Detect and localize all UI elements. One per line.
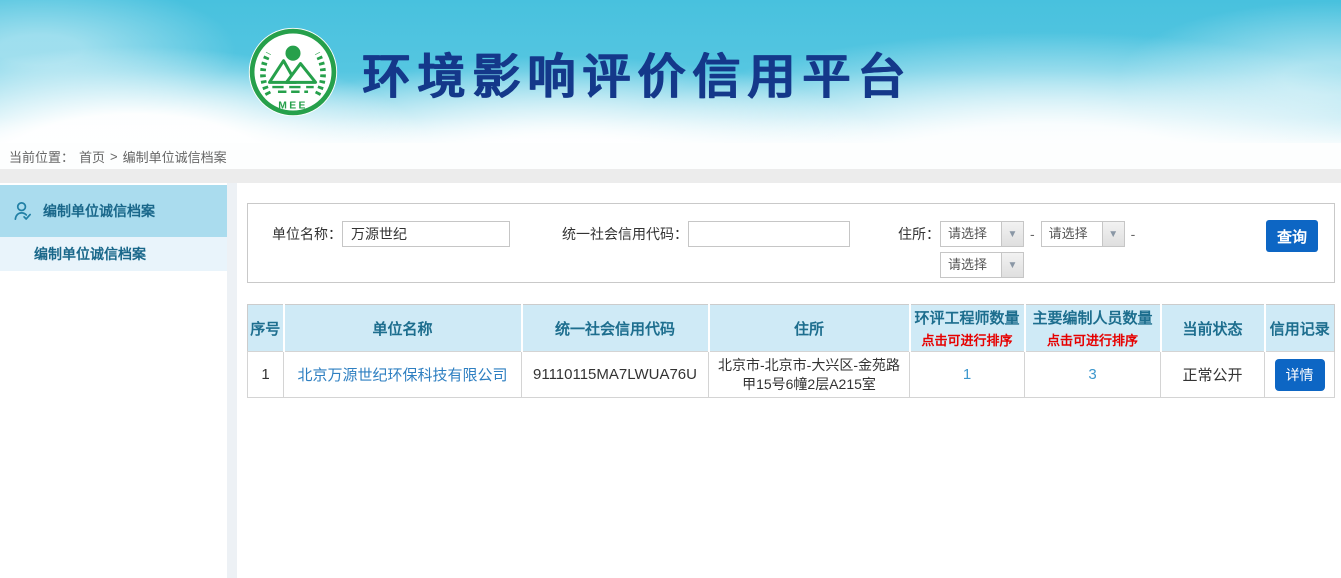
chevron-down-icon[interactable]: ▼ (1001, 253, 1023, 277)
company-name-input[interactable] (342, 221, 510, 247)
query-button[interactable]: 查询 (1266, 220, 1318, 252)
site-header: MEE 环境影响评价信用平台 (0, 0, 1341, 143)
province-select-value: 请选择 (941, 222, 1001, 246)
sidebar-item-label: 编制单位诚信档案 (43, 201, 155, 221)
company-name-label: 单位名称： (272, 221, 342, 247)
cell-credit-code: 91110115MA7LWUA76U (522, 352, 709, 398)
table-row: 1 北京万源世纪环保科技有限公司 91110115MA7LWUA76U 北京市-… (248, 352, 1335, 398)
staff-count-link[interactable]: 3 (1088, 366, 1096, 383)
search-panel: 单位名称： 统一社会信用代码： 住所： 请选择 ▼ - (247, 203, 1335, 283)
sidebar-item-label: 编制单位诚信档案 (34, 244, 146, 264)
breadcrumb-separator: > (110, 149, 118, 164)
sort-hint: 点击可进行排序 (1028, 330, 1158, 349)
address-line2: 甲15号6幢2层A215室 (711, 375, 907, 394)
table-header-row: 序号 单位名称 统一社会信用代码 住所 环评工程师数量 点击可进行排序 主要编制… (248, 305, 1335, 352)
page-title: 环境影响评价信用平台 (362, 37, 912, 107)
address-label: 住所： (898, 221, 940, 247)
sidebar-divider (227, 183, 237, 578)
district-select[interactable]: 请选择 ▼ (940, 252, 1024, 278)
credit-code-input[interactable] (688, 221, 850, 247)
divider-band (0, 169, 1341, 183)
results-table: 序号 单位名称 统一社会信用代码 住所 环评工程师数量 点击可进行排序 主要编制… (247, 304, 1335, 398)
company-name-link[interactable]: 北京万源世纪环保科技有限公司 (297, 367, 507, 384)
sidebar: 编制单位诚信档案 编制单位诚信档案 (0, 183, 227, 578)
main-content: 单位名称： 统一社会信用代码： 住所： 请选择 ▼ - (237, 183, 1341, 578)
user-check-icon (12, 200, 35, 223)
sort-hint: 点击可进行排序 (913, 330, 1022, 349)
breadcrumb: 当前位置： 首页 > 编制单位诚信档案 (0, 143, 1341, 169)
engineer-count-link[interactable]: 1 (963, 366, 971, 383)
col-header-engineer-count: 环评工程师数量 (913, 307, 1022, 328)
col-header-credit-record: 信用记录 (1265, 305, 1335, 352)
cell-index: 1 (248, 352, 284, 398)
col-header-credit-code: 统一社会信用代码 (522, 305, 709, 352)
col-header-index: 序号 (248, 305, 284, 352)
col-header-staff-count-sort[interactable]: 主要编制人员数量 点击可进行排序 (1025, 305, 1161, 352)
col-header-company: 单位名称 (284, 305, 522, 352)
col-header-status: 当前状态 (1161, 305, 1265, 352)
district-select-value: 请选择 (941, 253, 1001, 277)
col-header-staff-count: 主要编制人员数量 (1028, 307, 1158, 328)
breadcrumb-current: 编制单位诚信档案 (123, 147, 227, 166)
sidebar-item-credit-archive-parent[interactable]: 编制单位诚信档案 (0, 185, 227, 237)
detail-button[interactable]: 详情 (1275, 359, 1325, 391)
address-line1: 北京市-北京市-大兴区-金苑路 (711, 356, 907, 375)
breadcrumb-label: 当前位置： (9, 147, 74, 166)
breadcrumb-home-link[interactable]: 首页 (79, 147, 105, 166)
city-select[interactable]: 请选择 ▼ (1041, 221, 1125, 247)
city-select-value: 请选择 (1042, 222, 1102, 246)
dash-separator: - (1030, 221, 1035, 247)
dash-separator: - (1131, 221, 1136, 247)
province-select[interactable]: 请选择 ▼ (940, 221, 1024, 247)
sidebar-item-credit-archive[interactable]: 编制单位诚信档案 (0, 237, 227, 271)
logo-text: MEE (278, 100, 307, 111)
cell-status: 正常公开 (1161, 352, 1265, 398)
chevron-down-icon[interactable]: ▼ (1001, 222, 1023, 246)
col-header-engineer-count-sort[interactable]: 环评工程师数量 点击可进行排序 (910, 305, 1025, 352)
cell-address: 北京市-北京市-大兴区-金苑路 甲15号6幢2层A215室 (709, 352, 910, 398)
mee-logo-icon: MEE (246, 25, 340, 119)
chevron-down-icon[interactable]: ▼ (1102, 222, 1124, 246)
credit-code-label: 统一社会信用代码： (562, 221, 688, 247)
col-header-address: 住所 (709, 305, 910, 352)
